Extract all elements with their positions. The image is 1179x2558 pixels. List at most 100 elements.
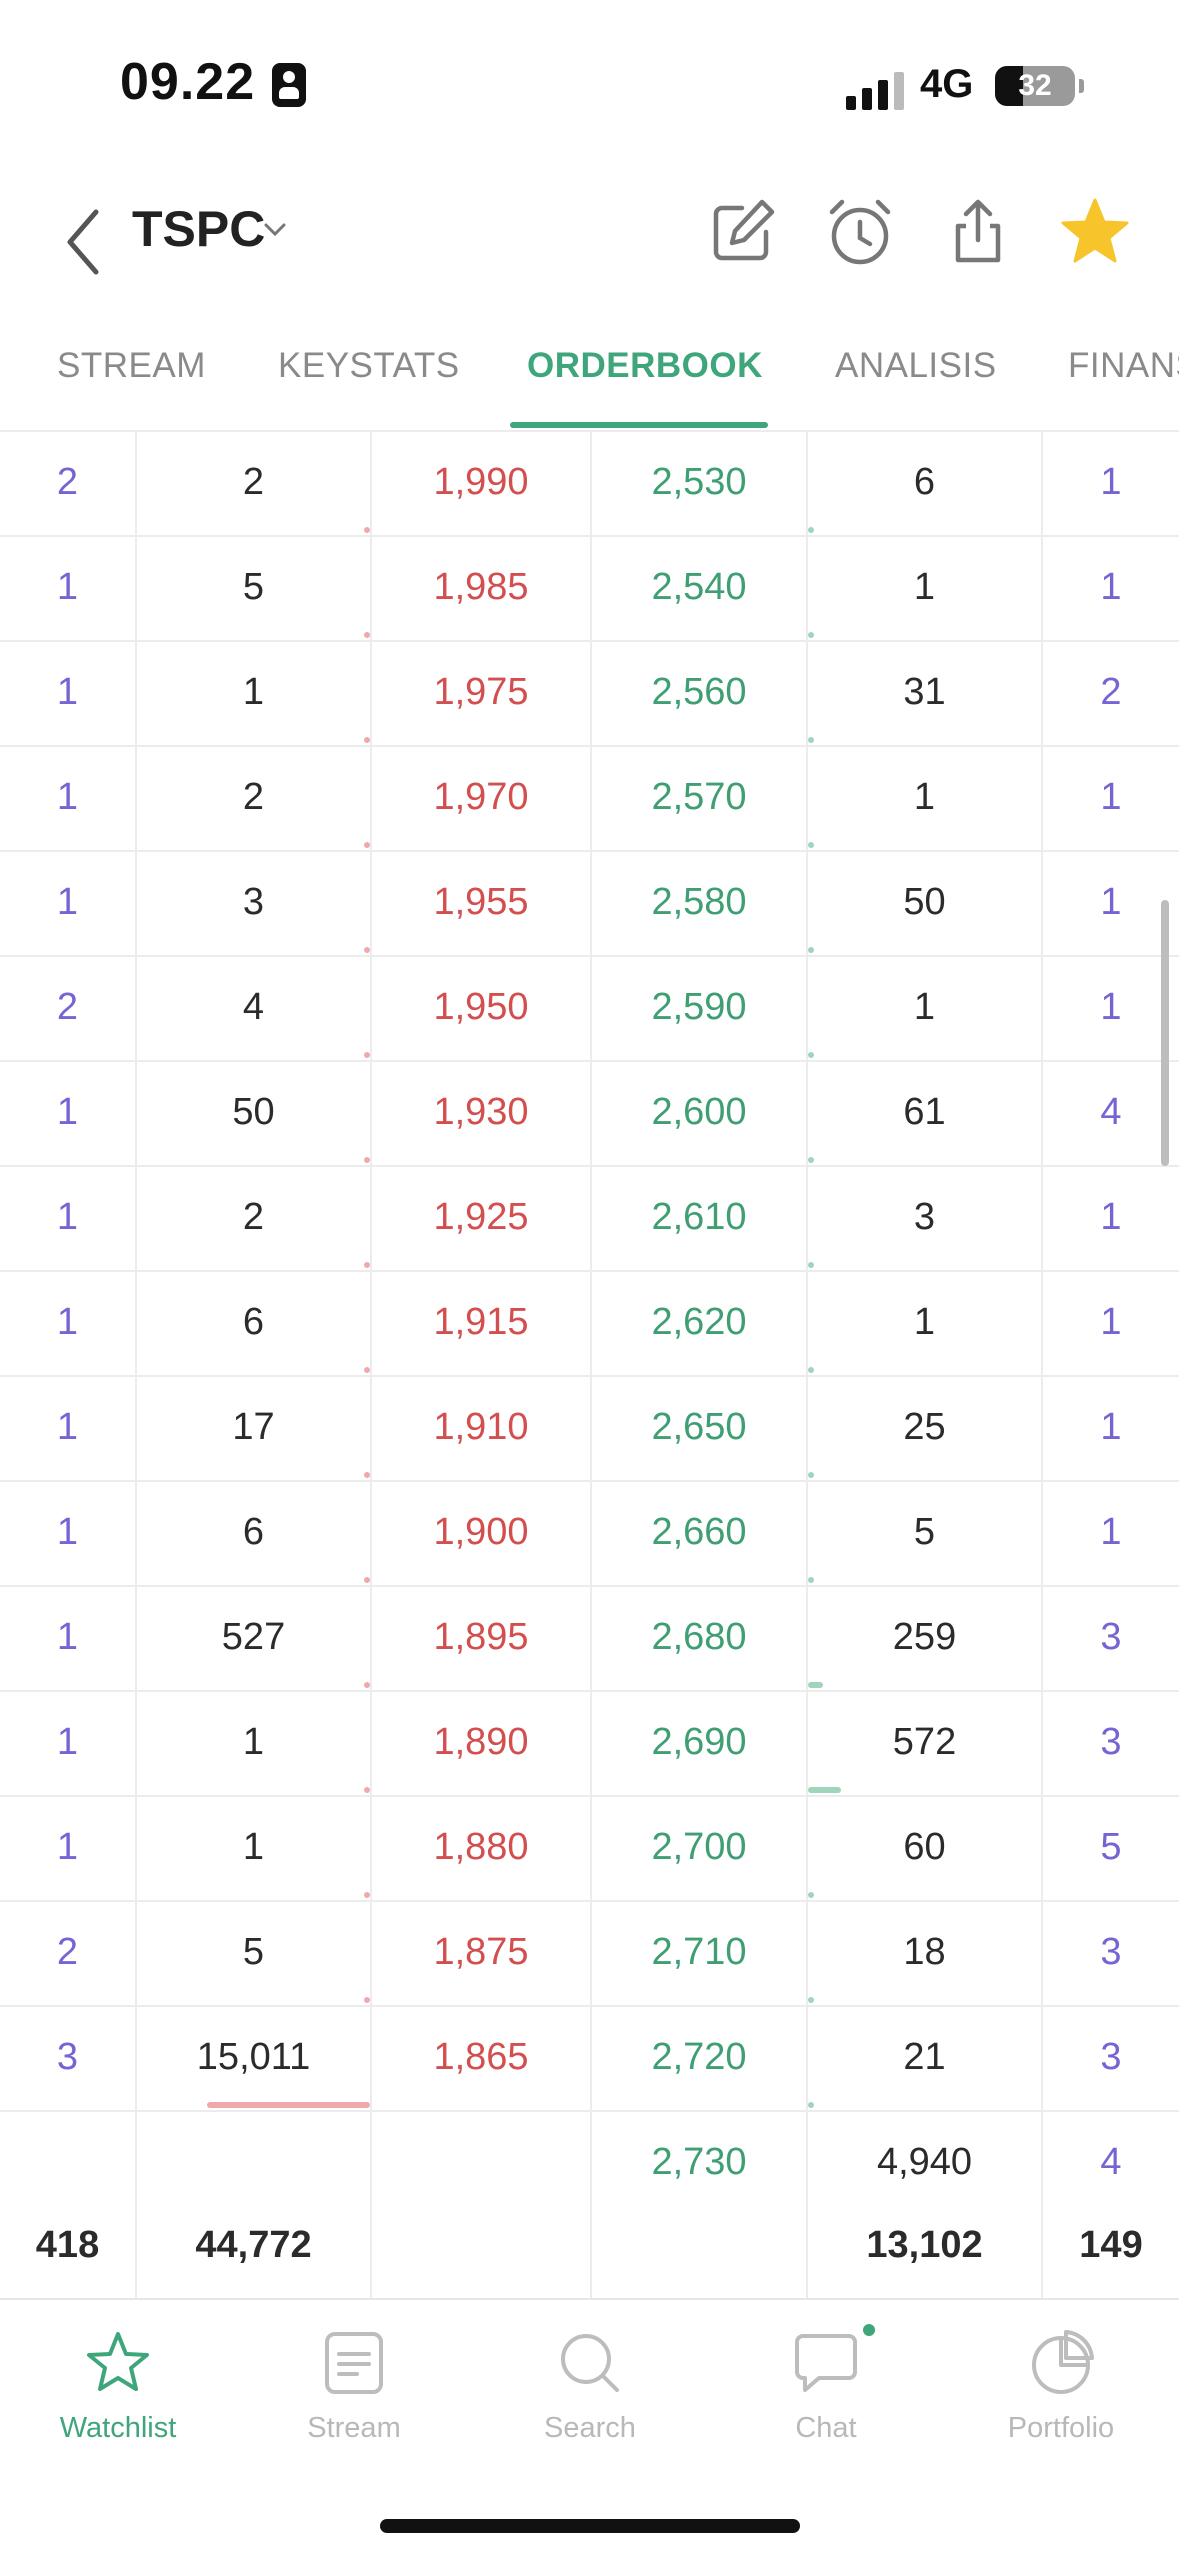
orderbook-row[interactable]: 1 2 1,925 2,610 3 1: [0, 1165, 1179, 1272]
offer-volume-bar: [808, 1262, 814, 1268]
total-bid-lot: 44,772: [195, 2224, 312, 2266]
bid-price-cell[interactable]: 1,865: [372, 2005, 590, 2110]
offer-freq-cell: 3: [1100, 2036, 1122, 2078]
orderbook-row[interactable]: 1 1 1,880 2,700 60 5: [0, 1795, 1179, 1902]
bid-lot-cell: 1: [242, 671, 265, 713]
bid-price-cell[interactable]: 1,910: [372, 1375, 590, 1480]
bid-price-cell[interactable]: 1,925: [372, 1165, 590, 1270]
alarm-icon[interactable]: [820, 192, 900, 272]
offer-volume-bar: [808, 842, 814, 848]
contact-badge-icon: [272, 63, 306, 107]
nav-search[interactable]: Search: [472, 2328, 708, 2488]
offer-volume-bar: [808, 632, 814, 638]
offer-lot-cell: 31: [903, 671, 946, 713]
orderbook-row[interactable]: 3 15,011 1,865 2,720 21 3: [0, 2005, 1179, 2112]
orderbook-row[interactable]: 1 527 1,895 2,680 259 3: [0, 1585, 1179, 1692]
bid-volume-bar: [364, 842, 370, 848]
ticker-symbol[interactable]: TSPC: [132, 200, 265, 258]
offer-volume-bar: [808, 1997, 814, 2003]
offer-price-cell[interactable]: 2,530: [592, 430, 806, 535]
offer-volume-bar: [808, 1577, 814, 1583]
bid-price-cell[interactable]: 1,880: [372, 1795, 590, 1900]
offer-price-cell[interactable]: 2,650: [592, 1375, 806, 1480]
offer-price-cell[interactable]: 2,600: [592, 1060, 806, 1165]
orderbook-row[interactable]: 2 5 1,875 2,710 18 3: [0, 1900, 1179, 2007]
tab-keystats[interactable]: KEYSTATS: [278, 346, 460, 386]
back-chevron-icon[interactable]: [58, 202, 118, 282]
bid-price-cell[interactable]: 1,990: [372, 430, 590, 535]
bid-price-cell[interactable]: 1,875: [372, 1900, 590, 2005]
offer-price-cell[interactable]: 2,710: [592, 1900, 806, 2005]
chat-icon: [795, 2334, 857, 2392]
bid-price-cell[interactable]: 1,890: [372, 1690, 590, 1795]
nav-label-search: Search: [544, 2412, 636, 2444]
offer-freq-cell: 1: [1100, 1406, 1122, 1448]
bid-lot-cell: 17: [232, 1406, 275, 1448]
bid-volume-bar: [364, 1157, 370, 1163]
bid-lot-cell: 1: [242, 1826, 265, 1868]
orderbook-row[interactable]: 1 5 1,985 2,540 1 1: [0, 535, 1179, 642]
bid-price-cell[interactable]: 1,895: [372, 1585, 590, 1690]
nav-stream[interactable]: Stream: [236, 2328, 472, 2488]
bid-price-cell[interactable]: 1,970: [372, 745, 590, 850]
offer-volume-bar: [808, 1472, 814, 1478]
offer-price-cell[interactable]: 2,700: [592, 1795, 806, 1900]
bid-lot-cell: 2: [242, 776, 265, 818]
offer-price-cell[interactable]: 2,690: [592, 1690, 806, 1795]
bid-price-cell[interactable]: 1,955: [372, 850, 590, 955]
offer-price-cell[interactable]: 2,660: [592, 1480, 806, 1585]
home-indicator[interactable]: [380, 2519, 800, 2533]
offer-volume-bar: [808, 1787, 841, 1793]
edit-icon[interactable]: [702, 192, 782, 272]
offer-freq-cell: 3: [1100, 1721, 1122, 1763]
bid-price-cell[interactable]: 1,950: [372, 955, 590, 1060]
offer-price-cell[interactable]: 2,680: [592, 1585, 806, 1690]
tab-stream[interactable]: STREAM: [57, 346, 206, 386]
tab-finans[interactable]: FINANS: [1068, 346, 1179, 386]
tab-analisis[interactable]: ANALISIS: [835, 346, 997, 386]
offer-volume-bar: [808, 527, 814, 533]
orderbook-table[interactable]: 2 2 1,990 2,530 6 1 1 5 1,985 2,540 1 1 1 1 1,975 2,560…: [0, 430, 1179, 2298]
favorite-star-icon[interactable]: [1055, 192, 1135, 272]
bid-price-cell[interactable]: 1,930: [372, 1060, 590, 1165]
offer-volume-bar: [808, 1052, 814, 1058]
orderbook-row[interactable]: 2 2 1,990 2,530 6 1: [0, 430, 1179, 537]
orderbook-row[interactable]: 2 4 1,950 2,590 1 1: [0, 955, 1179, 1062]
bid-lot-cell: 6: [242, 1301, 265, 1343]
offer-price-cell[interactable]: 2,580: [592, 850, 806, 955]
share-icon[interactable]: [938, 192, 1018, 272]
offer-price-cell[interactable]: 2,570: [592, 745, 806, 850]
bid-price-cell[interactable]: 1,900: [372, 1480, 590, 1585]
bid-lot-cell: 2: [242, 1196, 265, 1238]
offer-price-cell[interactable]: 2,590: [592, 955, 806, 1060]
orderbook-row[interactable]: 1 17 1,910 2,650 25 1: [0, 1375, 1179, 1482]
offer-price-cell[interactable]: 2,720: [592, 2005, 806, 2110]
offer-freq-cell: 4: [1100, 1091, 1122, 1133]
star-icon: [87, 2332, 149, 2391]
active-tab-indicator: [510, 422, 768, 428]
offer-price-cell[interactable]: 2,620: [592, 1270, 806, 1375]
offer-price-cell[interactable]: 2,560: [592, 640, 806, 745]
offer-price-cell[interactable]: 2,540: [592, 535, 806, 640]
nav-watchlist[interactable]: Watchlist: [0, 2328, 236, 2488]
bid-lot-cell: 50: [232, 1091, 275, 1133]
vertical-scrollbar[interactable]: [1161, 900, 1169, 1166]
offer-lot-cell: 5: [913, 1511, 936, 1553]
orderbook-row[interactable]: 1 6 1,915 2,620 1 1: [0, 1270, 1179, 1377]
orderbook-row[interactable]: 1 3 1,955 2,580 50 1: [0, 850, 1179, 957]
chevron-down-icon[interactable]: [262, 220, 288, 240]
orderbook-row[interactable]: 1 2 1,970 2,570 1 1: [0, 745, 1179, 852]
nav-chat[interactable]: Chat: [708, 2328, 944, 2488]
nav-portfolio[interactable]: Portfolio: [943, 2328, 1179, 2488]
orderbook-row[interactable]: 1 1 1,890 2,690 572 3: [0, 1690, 1179, 1797]
bid-price-cell[interactable]: 1,985: [372, 535, 590, 640]
bid-price-cell[interactable]: 1,915: [372, 1270, 590, 1375]
orderbook-row[interactable]: 1 50 1,930 2,600 61 4: [0, 1060, 1179, 1167]
tab-orderbook[interactable]: ORDERBOOK: [527, 346, 763, 386]
orderbook-row[interactable]: 1 1 1,975 2,560 31 2: [0, 640, 1179, 747]
bid-volume-bar: [364, 1052, 370, 1058]
bid-price-cell[interactable]: 1,975: [372, 640, 590, 745]
offer-volume-bar: [808, 1682, 823, 1688]
orderbook-row[interactable]: 1 6 1,900 2,660 5 1: [0, 1480, 1179, 1587]
offer-price-cell[interactable]: 2,610: [592, 1165, 806, 1270]
